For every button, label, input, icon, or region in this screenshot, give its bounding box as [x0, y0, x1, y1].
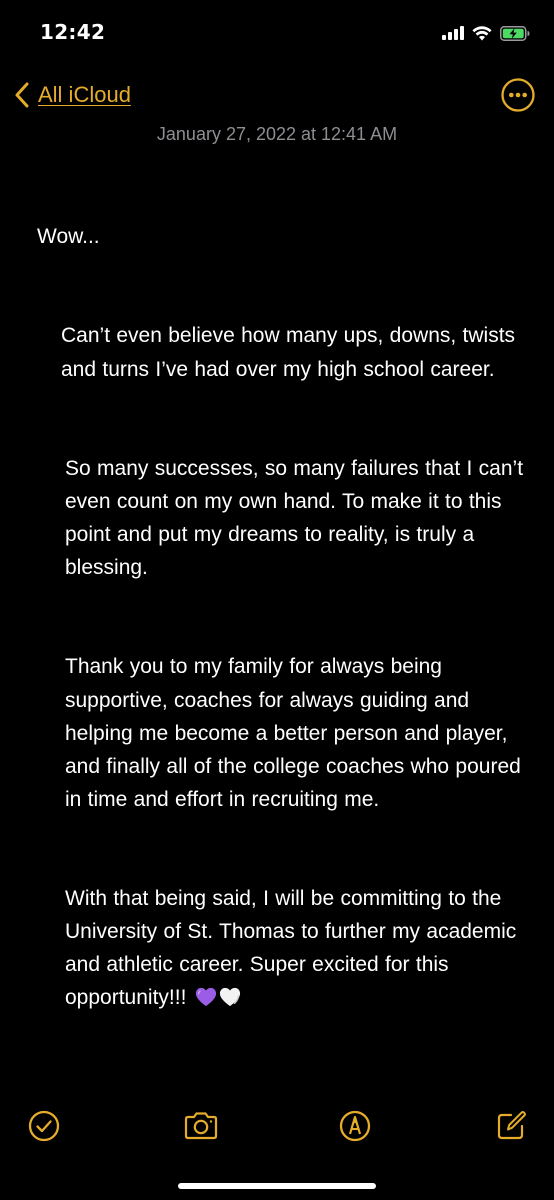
- wifi-icon: [472, 25, 492, 40]
- back-label: All iCloud: [38, 82, 131, 107]
- note-paragraph: So many successes, so many failures that…: [65, 456, 530, 580]
- ellipsis-circle-icon[interactable]: [500, 77, 536, 113]
- checklist-icon[interactable]: [26, 1108, 62, 1144]
- white-heart-icon: [219, 988, 240, 1007]
- note-paragraph-text: With that being said, I will be committi…: [65, 887, 523, 1010]
- markup-pen-icon[interactable]: [337, 1108, 373, 1144]
- back-button[interactable]: All iCloud: [14, 78, 131, 112]
- cellular-signal-icon: [442, 26, 464, 40]
- purple-heart-icon: [195, 988, 216, 1007]
- chevron-left-icon: [15, 82, 29, 108]
- home-indicator[interactable]: [178, 1183, 376, 1189]
- note-paragraph: Thank you to my family for always being …: [65, 655, 528, 811]
- camera-icon[interactable]: [182, 1108, 220, 1144]
- status-bar: 12:42: [0, 0, 554, 70]
- note-paragraph: Can’t even believe how many ups, downs, …: [61, 324, 522, 381]
- note-paragraph-last: With that being said, I will be committi…: [37, 882, 537, 1014]
- status-icons: [442, 21, 530, 45]
- note-date: January 27, 2022 at 12:41 AM: [156, 124, 398, 144]
- battery-charging-icon: [500, 25, 530, 41]
- status-time: 12:42: [40, 20, 106, 44]
- note-paragraph: Wow...: [37, 225, 100, 249]
- nav-bar: All iCloud: [0, 72, 554, 118]
- note-body[interactable]: Wow... Can’t even believe how many ups, …: [37, 154, 537, 1048]
- bottom-toolbar: [0, 1100, 554, 1152]
- compose-icon[interactable]: [493, 1108, 529, 1144]
